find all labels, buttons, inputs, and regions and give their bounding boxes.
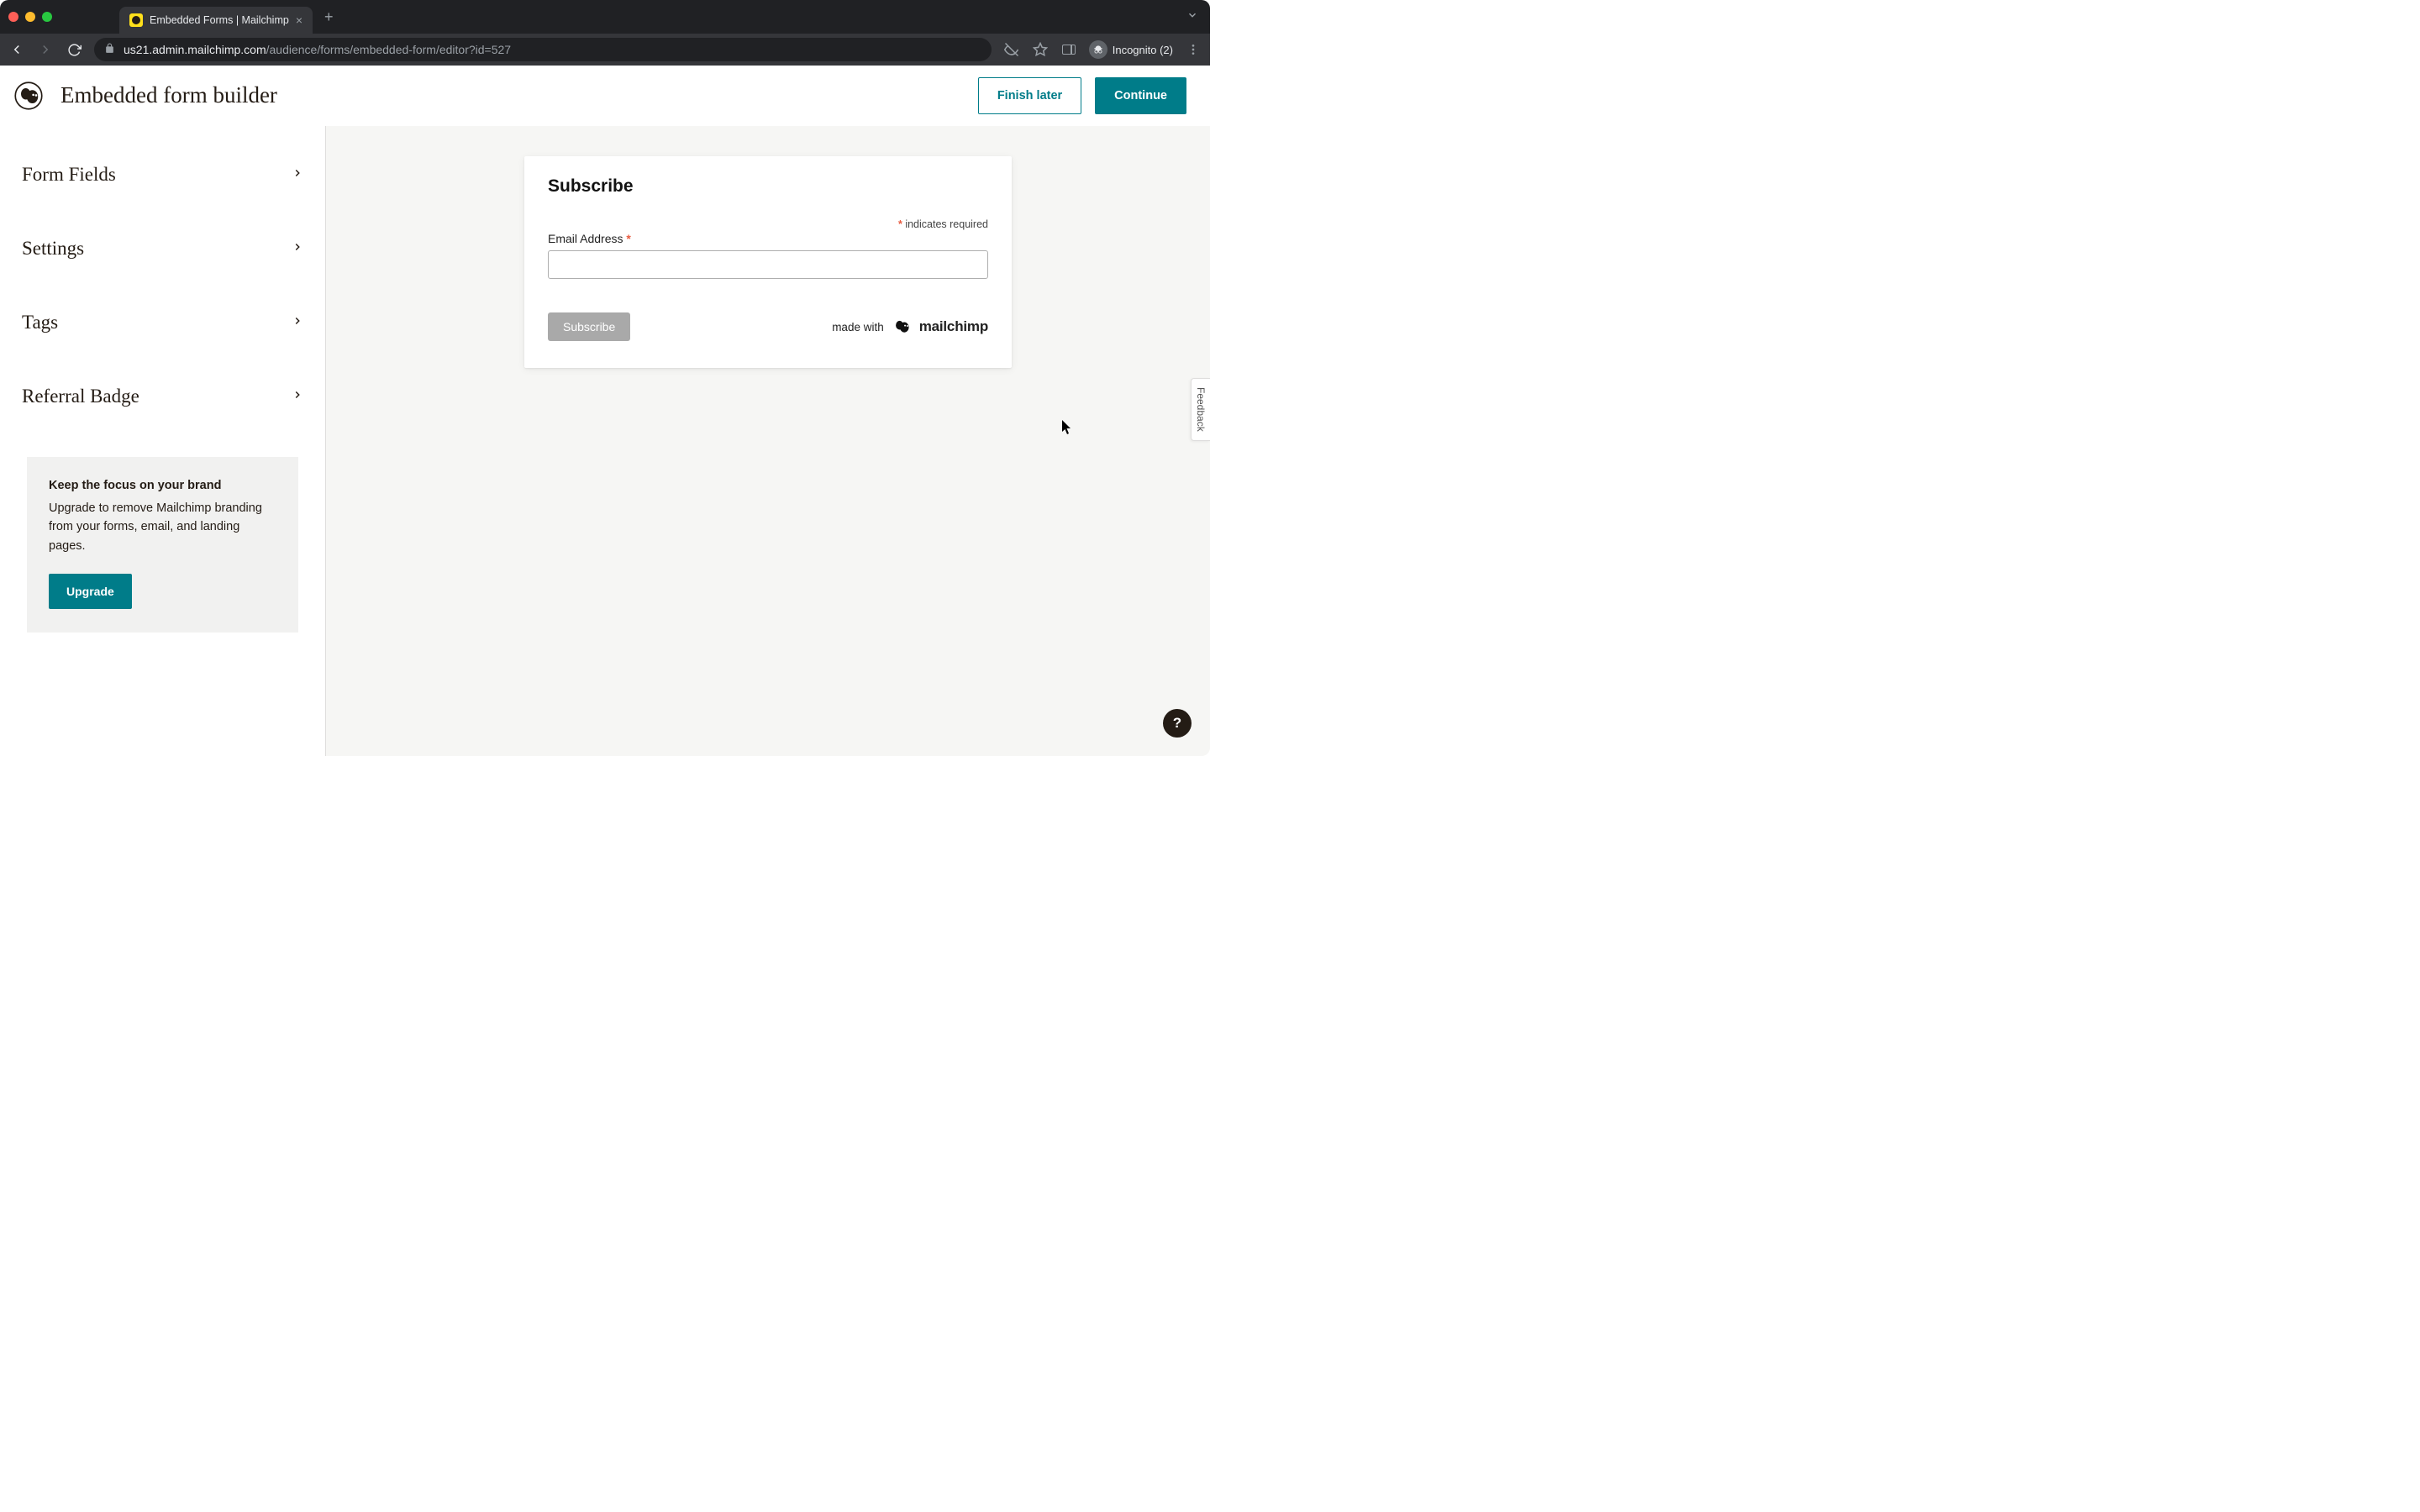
close-tab-icon[interactable]: × <box>296 13 302 27</box>
chevron-right-icon <box>292 315 303 331</box>
sidebar-item-form-fields[interactable]: Form Fields <box>0 138 325 212</box>
made-with-badge[interactable]: made with mailchimp <box>832 315 988 339</box>
sidebar-item-label: Tags <box>22 312 58 333</box>
maximize-window-icon[interactable] <box>42 12 52 22</box>
app-header: Embedded form builder Finish later Conti… <box>0 66 1210 126</box>
bookmark-star-icon[interactable] <box>1032 41 1049 58</box>
upsell-card: Keep the focus on your brand Upgrade to … <box>27 457 298 633</box>
made-with-text: made with <box>832 321 884 333</box>
minimize-window-icon[interactable] <box>25 12 35 22</box>
mailchimp-favicon-icon <box>129 13 143 27</box>
eye-off-icon[interactable] <box>1003 41 1020 58</box>
url-field[interactable]: us21.admin.mailchimp.com/audience/forms/… <box>94 38 992 61</box>
finish-later-button[interactable]: Finish later <box>978 77 1081 114</box>
upgrade-button[interactable]: Upgrade <box>49 574 132 609</box>
email-label: Email Address * <box>548 232 988 245</box>
required-note-text: indicates required <box>905 218 988 230</box>
side-panel-icon[interactable] <box>1060 41 1077 58</box>
upsell-body: Upgrade to remove Mailchimp branding fro… <box>49 499 276 555</box>
tab-title: Embedded Forms | Mailchimp <box>150 14 289 26</box>
help-button[interactable]: ? <box>1163 709 1192 738</box>
window-controls <box>8 12 52 22</box>
sidebar-item-settings[interactable]: Settings <box>0 212 325 286</box>
url-host: us21.admin.mailchimp.com <box>124 43 266 56</box>
kebab-menu-icon[interactable] <box>1185 41 1202 58</box>
feedback-tab[interactable]: Feedback <box>1191 378 1210 441</box>
required-note: * indicates required <box>548 218 988 230</box>
sidebar: Form Fields Settings Tags Referral Badge… <box>0 126 326 756</box>
mailchimp-freddie-icon <box>891 315 913 339</box>
sidebar-item-label: Form Fields <box>22 164 116 186</box>
back-button[interactable] <box>8 41 25 58</box>
sidebar-item-label: Referral Badge <box>22 386 139 407</box>
chevron-right-icon <box>292 241 303 257</box>
browser-tab-strip: Embedded Forms | Mailchimp × + <box>0 0 1210 34</box>
preview-card: Subscribe * indicates required Email Add… <box>524 156 1012 368</box>
form-title: Subscribe <box>548 176 988 197</box>
continue-button[interactable]: Continue <box>1095 77 1186 114</box>
upsell-title: Keep the focus on your brand <box>49 479 276 492</box>
sidebar-item-referral-badge[interactable]: Referral Badge <box>0 360 325 433</box>
url-text: us21.admin.mailchimp.com/audience/forms/… <box>124 43 511 56</box>
sidebar-item-tags[interactable]: Tags <box>0 286 325 360</box>
new-tab-button[interactable]: + <box>324 8 334 26</box>
forward-button <box>37 41 54 58</box>
close-window-icon[interactable] <box>8 12 18 22</box>
tabs-overflow-icon[interactable] <box>1186 9 1198 25</box>
chevron-right-icon <box>292 389 303 405</box>
subscribe-button[interactable]: Subscribe <box>548 312 630 341</box>
mailchimp-wordmark: mailchimp <box>919 318 988 335</box>
preview-canvas: Subscribe * indicates required Email Add… <box>326 126 1210 756</box>
reload-button[interactable] <box>66 41 82 58</box>
incognito-icon <box>1089 40 1107 59</box>
incognito-indicator[interactable]: Incognito (2) <box>1089 40 1173 59</box>
lock-icon <box>104 43 115 56</box>
email-field[interactable] <box>548 250 988 279</box>
page-title: Embedded form builder <box>60 82 277 108</box>
url-path: /audience/forms/embedded-form/editor?id=… <box>266 43 511 56</box>
sidebar-item-label: Settings <box>22 238 84 260</box>
browser-address-bar: us21.admin.mailchimp.com/audience/forms/… <box>0 34 1210 66</box>
browser-tab[interactable]: Embedded Forms | Mailchimp × <box>119 7 313 34</box>
chevron-right-icon <box>292 167 303 183</box>
incognito-label: Incognito (2) <box>1113 44 1173 56</box>
mailchimp-logo-icon[interactable] <box>12 79 45 113</box>
cursor-icon <box>1061 420 1073 438</box>
email-label-text: Email Address <box>548 232 623 245</box>
